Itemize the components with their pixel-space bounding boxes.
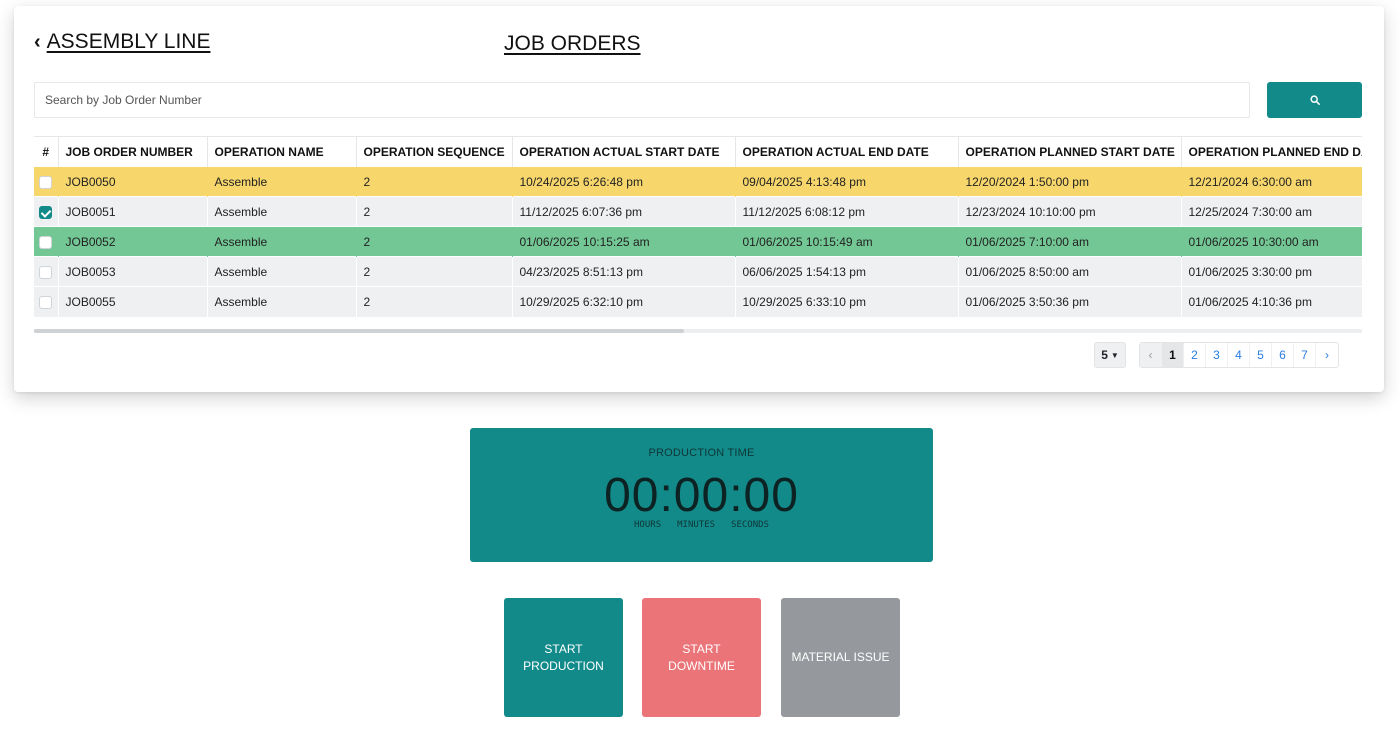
- actual-end-cell: 11/12/2025 6:08:12 pm: [735, 196, 959, 227]
- pagination-page-7[interactable]: 7: [1294, 343, 1316, 367]
- actual-start-cell: 04/23/2025 8:51:13 pm: [512, 256, 736, 287]
- planned-end-cell: 01/06/2025 10:30:00 am: [1181, 226, 1362, 257]
- actual-start-cell: 11/12/2025 6:07:36 pm: [512, 196, 736, 227]
- job-orders-table-container: # JOB ORDER NUMBER OPERATION NAME OPERAT…: [34, 136, 1362, 318]
- pagination-page-2[interactable]: 2: [1184, 343, 1206, 367]
- actual-end-cell: 10/29/2025 6:33:10 pm: [735, 286, 959, 317]
- column-header-actual-end[interactable]: OPERATION ACTUAL END DATE: [735, 136, 959, 167]
- column-header-planned-end[interactable]: OPERATION PLANNED END DATE: [1181, 136, 1362, 167]
- search-input[interactable]: [34, 82, 1250, 118]
- search-button[interactable]: [1267, 82, 1362, 118]
- pagination-page-3[interactable]: 3: [1206, 343, 1228, 367]
- column-header-operation-sequence[interactable]: OPERATION SEQUENCE: [356, 136, 513, 167]
- table-row[interactable]: JOB0051 Assemble 2 11/12/2025 6:07:36 pm…: [34, 196, 1362, 227]
- back-link-label: ASSEMBLY LINE: [46, 30, 211, 53]
- job-order-number-cell: JOB0053: [58, 256, 208, 287]
- actual-end-cell: 09/04/2025 4:13:48 pm: [735, 166, 959, 197]
- row-checkbox[interactable]: [39, 175, 53, 189]
- job-order-number-cell: JOB0055: [58, 286, 208, 317]
- pagination: ‹ 1 2 3 4 5 6 7 ›: [1139, 342, 1339, 368]
- timer-units: HOURS MINUTES SECONDS: [470, 520, 933, 530]
- start-downtime-label: START DOWNTIME: [668, 641, 735, 673]
- start-production-label: START PRODUCTION: [523, 641, 604, 673]
- page-size-select[interactable]: 5 ▼: [1094, 342, 1126, 368]
- operation-name-cell: Assemble: [207, 226, 357, 257]
- page-size-value: 5: [1101, 348, 1108, 362]
- actual-end-cell: 01/06/2025 10:15:49 am: [735, 226, 959, 257]
- pagination-page-1[interactable]: 1: [1162, 343, 1184, 367]
- operation-sequence-cell: 2: [356, 226, 513, 257]
- row-checkbox[interactable]: [39, 205, 53, 219]
- pagination-prev[interactable]: ‹: [1140, 343, 1162, 367]
- start-downtime-button[interactable]: START DOWNTIME: [642, 598, 761, 717]
- material-issue-button[interactable]: MATERIAL ISSUE: [781, 598, 900, 717]
- table-horizontal-scrollbar[interactable]: [34, 329, 1362, 333]
- actual-start-cell: 10/24/2025 6:26:48 pm: [512, 166, 736, 197]
- table-row[interactable]: JOB0055 Assemble 2 10/29/2025 6:32:10 pm…: [34, 286, 1362, 317]
- pagination-page-4[interactable]: 4: [1228, 343, 1250, 367]
- timer-unit-seconds: SECONDS: [731, 520, 769, 530]
- back-to-assembly-line-link[interactable]: ‹ ASSEMBLY LINE: [34, 30, 210, 54]
- operation-sequence-cell: 2: [356, 196, 513, 227]
- production-timer: PRODUCTION TIME 00:00:00 HOURS MINUTES S…: [470, 428, 933, 562]
- timer-unit-hours: HOURS: [634, 520, 662, 530]
- actual-end-cell: 06/06/2025 1:54:13 pm: [735, 256, 959, 287]
- planned-start-cell: 01/06/2025 8:50:00 am: [958, 256, 1182, 287]
- operation-name-cell: Assemble: [207, 286, 357, 317]
- planned-end-cell: 01/06/2025 4:10:36 pm: [1181, 286, 1362, 317]
- chevron-left-icon: ‹: [34, 31, 41, 53]
- actual-start-cell: 01/06/2025 10:15:25 am: [512, 226, 736, 257]
- planned-start-cell: 01/06/2025 7:10:00 am: [958, 226, 1182, 257]
- pagination-page-6[interactable]: 6: [1272, 343, 1294, 367]
- table-row[interactable]: JOB0050 Assemble 2 10/24/2025 6:26:48 pm…: [34, 166, 1362, 197]
- caret-down-icon: ▼: [1110, 350, 1119, 360]
- planned-end-cell: 12/25/2024 7:30:00 am: [1181, 196, 1362, 227]
- column-header-job-order-number[interactable]: JOB ORDER NUMBER: [58, 136, 208, 167]
- search-icon: [1309, 95, 1320, 105]
- operation-sequence-cell: 2: [356, 256, 513, 287]
- planned-end-cell: 12/21/2024 6:30:00 am: [1181, 166, 1362, 197]
- column-header-actual-start[interactable]: OPERATION ACTUAL START DATE: [512, 136, 736, 167]
- start-production-button[interactable]: START PRODUCTION: [504, 598, 623, 717]
- table-row[interactable]: JOB0052 Assemble 2 01/06/2025 10:15:25 a…: [34, 226, 1362, 257]
- timer-value: 00:00:00: [604, 469, 799, 522]
- column-header-operation-name[interactable]: OPERATION NAME: [207, 136, 357, 167]
- job-order-number-cell: JOB0052: [58, 226, 208, 257]
- material-issue-label: MATERIAL ISSUE: [791, 650, 890, 664]
- row-checkbox[interactable]: [39, 265, 53, 279]
- table-row[interactable]: JOB0053 Assemble 2 04/23/2025 8:51:13 pm…: [34, 256, 1362, 287]
- operation-sequence-cell: 2: [356, 286, 513, 317]
- scrollbar-thumb[interactable]: [34, 329, 684, 333]
- pagination-page-5[interactable]: 5: [1250, 343, 1272, 367]
- job-orders-table: # JOB ORDER NUMBER OPERATION NAME OPERAT…: [34, 136, 1362, 317]
- planned-start-cell: 01/06/2025 3:50:36 pm: [958, 286, 1182, 317]
- job-orders-card: ‹ ASSEMBLY LINE JOB ORDERS # JOB ORDER N…: [14, 6, 1384, 392]
- planned-end-cell: 01/06/2025 3:30:00 pm: [1181, 256, 1362, 287]
- job-order-number-cell: JOB0051: [58, 196, 208, 227]
- page-title: JOB ORDERS: [504, 32, 641, 55]
- job-order-number-cell: JOB0050: [58, 166, 208, 197]
- operation-name-cell: Assemble: [207, 256, 357, 287]
- column-header-planned-start[interactable]: OPERATION PLANNED START DATE: [958, 136, 1182, 167]
- row-checkbox[interactable]: [39, 235, 53, 249]
- operation-name-cell: Assemble: [207, 166, 357, 197]
- table-header-row: # JOB ORDER NUMBER OPERATION NAME OPERAT…: [34, 136, 1362, 167]
- actual-start-cell: 10/29/2025 6:32:10 pm: [512, 286, 736, 317]
- operation-name-cell: Assemble: [207, 196, 357, 227]
- column-header-index: #: [34, 136, 59, 167]
- planned-start-cell: 12/20/2024 1:50:00 pm: [958, 166, 1182, 197]
- row-checkbox[interactable]: [39, 295, 53, 309]
- planned-start-cell: 12/23/2024 10:10:00 pm: [958, 196, 1182, 227]
- timer-label: PRODUCTION TIME: [648, 447, 755, 459]
- timer-unit-minutes: MINUTES: [677, 520, 716, 530]
- operation-sequence-cell: 2: [356, 166, 513, 197]
- pagination-next[interactable]: ›: [1316, 343, 1338, 367]
